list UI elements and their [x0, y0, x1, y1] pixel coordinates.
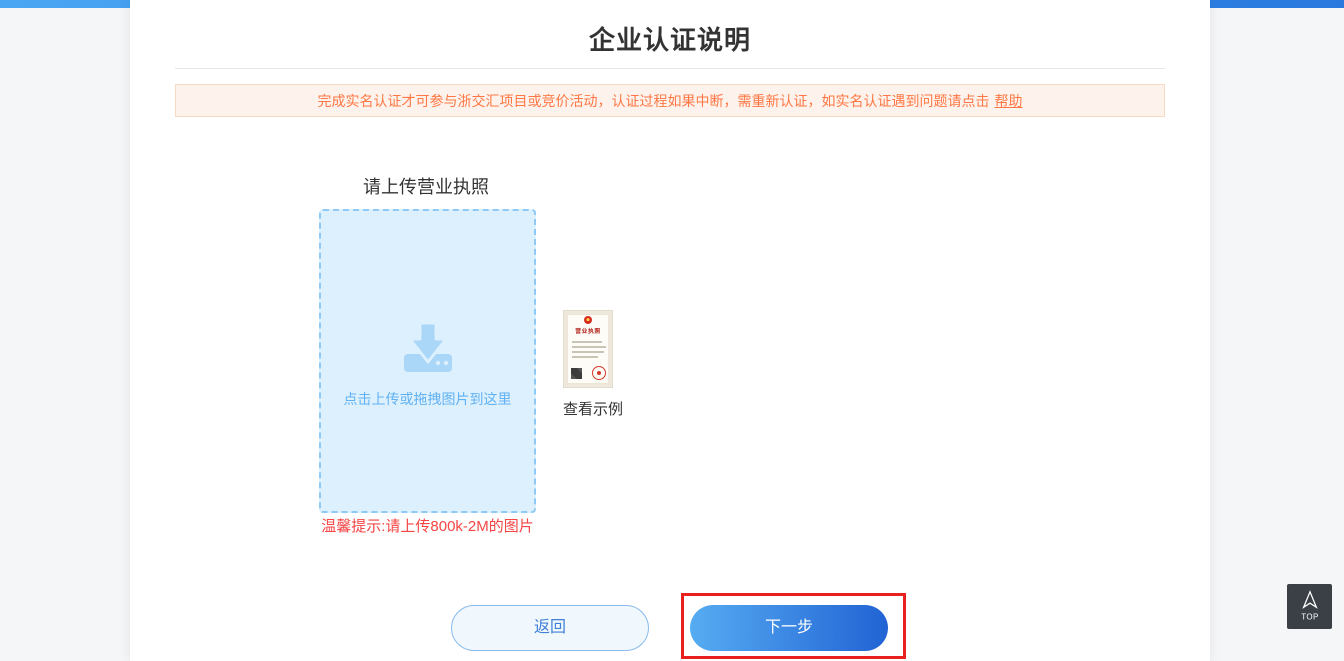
- license-example-thumbnail[interactable]: 营业执照: [563, 310, 613, 388]
- upload-size-tip: 温馨提示:请上传800k-2M的图片: [319, 515, 536, 536]
- example-column: 营业执照 查看示例: [563, 310, 623, 419]
- page-title: 企业认证说明: [130, 20, 1210, 57]
- red-seal-icon: [592, 366, 606, 380]
- license-upload-dropzone[interactable]: 点击上传或拖拽图片到这里: [319, 209, 536, 513]
- action-button-row: 返回 下一步: [130, 605, 1210, 651]
- license-text-line: [572, 346, 606, 348]
- title-divider: [175, 68, 1165, 69]
- upload-section-label: 请上传营业执照: [363, 173, 489, 199]
- upload-icon: [396, 321, 460, 380]
- back-button[interactable]: 返回: [451, 605, 649, 651]
- next-step-button[interactable]: 下一步: [690, 605, 888, 651]
- help-link[interactable]: 帮助: [995, 91, 1023, 111]
- qr-code-icon: [571, 368, 582, 379]
- notice-bar: 完成实名认证才可参与浙交汇项目或竞价活动，认证过程如果中断，需重新认证，如实名认…: [175, 84, 1165, 117]
- back-to-top-icon: [1299, 590, 1321, 615]
- certification-panel: 企业认证说明 完成实名认证才可参与浙交汇项目或竞价活动，认证过程如果中断，需重新…: [130, 0, 1210, 661]
- license-text-line: [572, 341, 602, 343]
- back-to-top-button[interactable]: TOP: [1287, 584, 1332, 629]
- view-example-link[interactable]: 查看示例: [563, 398, 623, 419]
- national-emblem-icon: [584, 316, 592, 324]
- license-title: 营业执照: [574, 326, 602, 335]
- back-to-top-label: TOP: [1301, 613, 1319, 622]
- license-text-line: [572, 356, 598, 358]
- dropzone-hint: 点击上传或拖拽图片到这里: [321, 389, 534, 409]
- license-text-line: [572, 351, 604, 353]
- notice-text: 完成实名认证才可参与浙交汇项目或竞价活动，认证过程如果中断，需重新认证，如实名认…: [318, 91, 990, 111]
